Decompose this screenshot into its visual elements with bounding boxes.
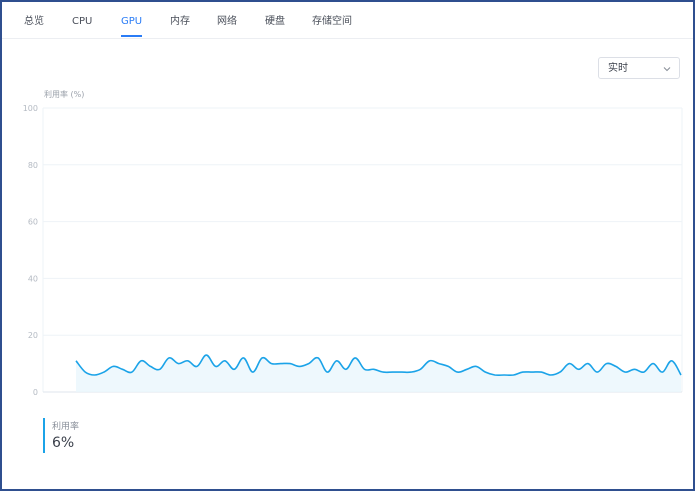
- series-area-fill: [76, 355, 681, 392]
- time-range-value: 实时: [608, 63, 628, 74]
- y-tick-label-0: 0: [33, 388, 38, 397]
- series-line-utilization: [75, 354, 682, 377]
- y-axis-ticks: 0 20 40 60 80 100: [23, 104, 38, 397]
- tab-storage-space[interactable]: 存储空间: [312, 2, 352, 38]
- chevron-down-icon: [663, 67, 671, 72]
- tab-memory[interactable]: 内存: [170, 2, 190, 38]
- y-tick-label-80: 80: [28, 161, 38, 170]
- tab-gpu[interactable]: GPU: [121, 2, 143, 38]
- time-range-select[interactable]: 实时: [598, 57, 680, 79]
- legend-label: 利用率: [52, 422, 80, 432]
- legend-marker: [43, 418, 45, 453]
- chart-series: [75, 354, 682, 392]
- gpu-utilization-chart: 0 20 40 60 80 100: [23, 104, 683, 397]
- y-tick-label-60: 60: [28, 218, 38, 227]
- monitor-tab-bar: 总览 CPU GPU 内存 网络 硬盘 存储空间: [2, 2, 693, 39]
- current-utilization-value: 6%: [52, 435, 75, 451]
- tab-network[interactable]: 网络: [217, 2, 237, 38]
- y-axis-label: 利用率 (%): [44, 90, 85, 99]
- tab-disk[interactable]: 硬盘: [265, 2, 285, 38]
- tab-overview[interactable]: 总览: [24, 2, 44, 38]
- y-tick-label-100: 100: [23, 104, 38, 113]
- chart-grid: [42, 107, 683, 393]
- gpu-monitor-panel: 总览 CPU GPU 内存 网络 硬盘 存储空间 实时 利用率 (%) 0 20 4…: [0, 0, 695, 491]
- tab-cpu[interactable]: CPU: [72, 2, 92, 38]
- y-tick-label-20: 20: [28, 331, 38, 340]
- y-tick-label-40: 40: [28, 274, 38, 283]
